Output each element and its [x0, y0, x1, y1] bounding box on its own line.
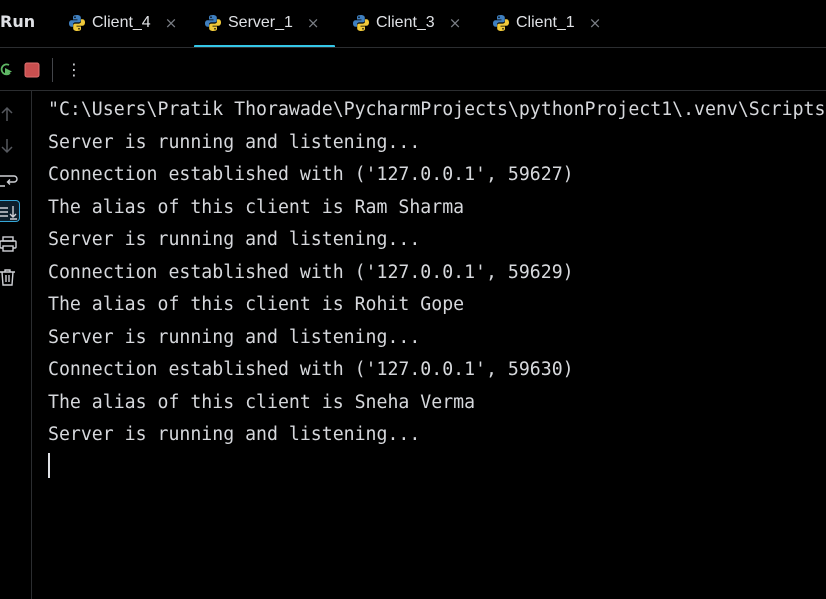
print-icon	[0, 236, 17, 252]
close-icon[interactable]: ×	[449, 15, 462, 31]
text-cursor	[48, 453, 50, 478]
gutter-divider	[31, 91, 32, 599]
scroll-to-end-button[interactable]	[0, 200, 20, 222]
tab-client-3[interactable]: Client_3 ×	[342, 0, 473, 46]
python-file-icon	[353, 15, 369, 31]
arrow-up-icon	[1, 106, 13, 121]
python-file-icon	[493, 15, 509, 31]
more-options-icon[interactable]: ⋮	[66, 58, 82, 82]
stop-button[interactable]	[24, 62, 40, 78]
tool-window-title: Run	[0, 12, 36, 31]
python-file-icon	[205, 15, 221, 31]
tab-client-1[interactable]: Client_1 ×	[482, 0, 613, 46]
scroll-to-end-icon	[0, 206, 17, 220]
console-side-toolbar	[0, 91, 31, 599]
console-output[interactable]: "C:\Users\Pratik Thorawade\PycharmProjec…	[48, 94, 826, 599]
scroll-down-button[interactable]	[0, 135, 20, 157]
clear-all-button[interactable]	[0, 266, 20, 288]
tab-label: Client_3	[376, 14, 435, 31]
python-file-icon	[69, 15, 85, 31]
run-toolbar	[0, 48, 826, 90]
close-icon[interactable]: ×	[589, 15, 602, 31]
close-icon[interactable]: ×	[165, 15, 178, 31]
toolbar-separator	[52, 58, 53, 82]
console-line: Server is running and listening...	[48, 229, 421, 250]
console-line: The alias of this client is Ram Sharma	[48, 196, 465, 218]
console-line: Server is running and listening...	[48, 131, 421, 153]
console-line: The alias of this client is Sneha Verma	[48, 391, 476, 413]
scroll-up-button[interactable]	[0, 103, 20, 125]
toolbar-divider	[0, 90, 826, 91]
console-line: Server is running and listening...	[48, 424, 421, 445]
tab-label: Server_1	[228, 14, 293, 31]
run-tool-window: Run Client_4 × Server_1 × Client_3 × Cli…	[0, 0, 826, 599]
tab-label: Client_4	[92, 14, 151, 31]
arrow-down-icon	[1, 139, 13, 154]
stop-icon	[24, 62, 40, 78]
console-line: Connection established with ('127.0.0.1'…	[48, 261, 574, 283]
print-button[interactable]	[0, 233, 20, 255]
run-tab-bar: Run Client_4 × Server_1 × Client_3 × Cli…	[0, 0, 826, 49]
rerun-button[interactable]	[0, 59, 14, 81]
tab-server-1[interactable]: Server_1 ×	[194, 0, 335, 49]
console-line: The alias of this client is Rohit Gope	[48, 294, 465, 315]
tab-label: Client_1	[516, 14, 575, 31]
console-line: "C:\Users\Pratik Thorawade\PycharmProjec…	[48, 99, 826, 120]
rerun-icon	[0, 63, 12, 76]
tab-client-4[interactable]: Client_4 ×	[58, 0, 189, 46]
soft-wrap-button[interactable]	[0, 169, 20, 191]
console-line: Server is running and listening...	[48, 326, 421, 348]
soft-wrap-icon	[0, 175, 18, 187]
trash-icon	[0, 269, 15, 286]
close-icon[interactable]: ×	[307, 15, 320, 31]
console-line: Connection established with ('127.0.0.1'…	[48, 359, 574, 380]
console-line: Connection established with ('127.0.0.1'…	[48, 164, 574, 185]
